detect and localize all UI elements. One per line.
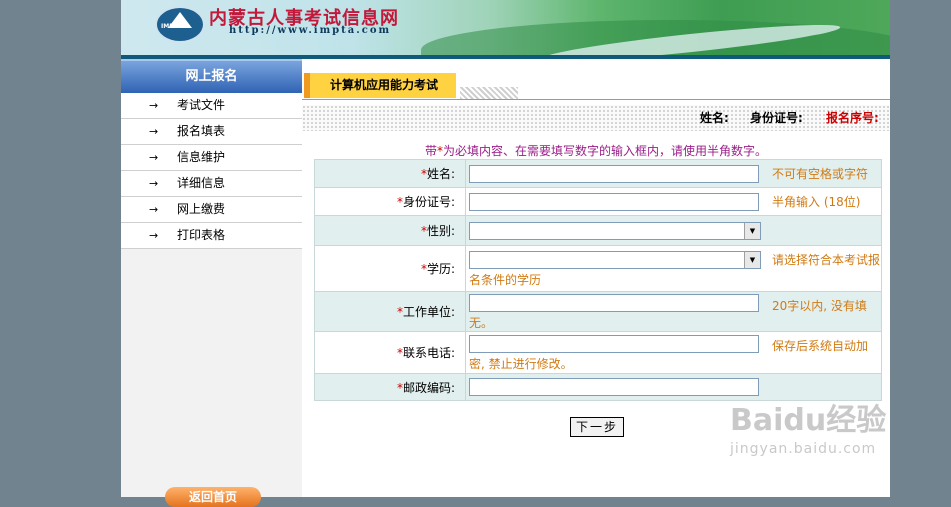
applicant-name-label: 姓名: bbox=[700, 111, 729, 125]
sidebar-item-fill-form[interactable]: → 报名填表 bbox=[121, 119, 302, 145]
tab-divider bbox=[302, 99, 890, 100]
education-hint-line2: 名条件的学历 bbox=[469, 273, 542, 287]
education-select[interactable]: ▼ bbox=[469, 251, 761, 269]
notice-text: 为必填内容、在需要填写数字的输入框内，请使用半角数字。 bbox=[443, 144, 768, 158]
form-row-education: *学历: ▼ 名条件的学历 请选择符合本考试报 bbox=[314, 245, 882, 292]
education-label: 学历: bbox=[426, 262, 455, 276]
form-row-phone: *联系电话: 密, 禁止进行修改。 保存后系统自动加 bbox=[314, 331, 882, 374]
sidebar: 网上报名 → 考试文件 → 报名填表 → 信息维护 → 详细信息 → 网上缴费 … bbox=[121, 59, 302, 507]
applicant-id-label: 身份证号: bbox=[750, 111, 803, 125]
employer-label: 工作单位: bbox=[402, 305, 455, 319]
sidebar-item-label: 信息维护 bbox=[177, 150, 226, 164]
next-step-button[interactable]: 下一步 bbox=[570, 417, 624, 437]
dropdown-arrow-icon[interactable]: ▼ bbox=[744, 222, 760, 239]
field-cell: 无。 20字以内, 没有填 bbox=[465, 291, 882, 332]
arrow-right-icon: → bbox=[149, 151, 159, 164]
phone-hint-line1: 保存后系统自动加 bbox=[772, 339, 869, 353]
arrow-right-icon: → bbox=[149, 203, 159, 216]
site-url: http://www.impta.com bbox=[229, 25, 392, 36]
field-cell: 半角输入 (18位) bbox=[465, 187, 882, 216]
watermark-main-text: Baidu经验 bbox=[730, 403, 887, 438]
employer-hint-line2: 无。 bbox=[469, 316, 494, 330]
sidebar-item-details[interactable]: → 详细信息 bbox=[121, 171, 302, 197]
field-cell: 不可有空格或字符 bbox=[465, 159, 882, 188]
field-label: *身份证号: bbox=[314, 187, 466, 216]
phone-input[interactable] bbox=[469, 335, 759, 353]
sidebar-item-online-payment[interactable]: → 网上缴费 bbox=[121, 197, 302, 223]
registration-form: *姓名: 不可有空格或字符 *身份证号: 半角输入 (18位) *性别: ▼ *… bbox=[314, 159, 882, 401]
sidebar-item-label: 报名填表 bbox=[177, 124, 226, 138]
field-label: *联系电话: bbox=[314, 331, 466, 374]
logo-text: IMPTA bbox=[161, 23, 182, 30]
field-label: *学历: bbox=[314, 245, 466, 292]
field-label: *工作单位: bbox=[314, 291, 466, 332]
field-label: *姓名: bbox=[314, 159, 466, 188]
sidebar-item-label: 打印表格 bbox=[177, 228, 226, 242]
field-label: *邮政编码: bbox=[314, 373, 466, 401]
postcode-input[interactable] bbox=[469, 378, 759, 396]
home-button[interactable]: 返回首页 bbox=[165, 487, 261, 507]
sidebar-item-label: 考试文件 bbox=[177, 98, 226, 112]
form-row-id-number: *身份证号: 半角输入 (18位) bbox=[314, 187, 882, 216]
form-row-employer: *工作单位: 无。 20字以内, 没有填 bbox=[314, 291, 882, 332]
arrow-right-icon: → bbox=[149, 229, 159, 242]
watermark-sub-text: jingyan.baidu.com bbox=[730, 441, 877, 457]
arrow-right-icon: → bbox=[149, 125, 159, 138]
sidebar-item-info-maintenance[interactable]: → 信息维护 bbox=[121, 145, 302, 171]
id-number-label: 身份证号: bbox=[402, 195, 455, 209]
field-cell: ▼ bbox=[465, 215, 882, 246]
sidebar-item-label: 详细信息 bbox=[177, 176, 226, 190]
id-number-input[interactable] bbox=[469, 192, 759, 211]
sidebar-item-label: 网上缴费 bbox=[177, 202, 226, 216]
employer-hint-line1: 20字以内, 没有填 bbox=[772, 299, 867, 313]
education-hint-line1: 请选择符合本考试报 bbox=[772, 253, 881, 267]
field-label: *性别: bbox=[314, 215, 466, 246]
dropdown-arrow-icon[interactable]: ▼ bbox=[744, 252, 760, 268]
tab-decoration bbox=[460, 87, 518, 99]
phone-hint-line2: 密, 禁止进行修改。 bbox=[469, 357, 573, 371]
name-hint: 不可有空格或字符 bbox=[772, 167, 869, 181]
name-label: 姓名: bbox=[426, 167, 455, 181]
name-input[interactable] bbox=[469, 164, 759, 183]
sidebar-header: 网上报名 bbox=[121, 59, 302, 93]
gender-select[interactable]: ▼ bbox=[469, 221, 761, 240]
field-cell: ▼ 名条件的学历 请选择符合本考试报 bbox=[465, 245, 882, 292]
tab-exam-title: 计算机应用能力考试 bbox=[304, 73, 456, 98]
registration-number-label: 报名序号: bbox=[826, 111, 879, 125]
arrow-right-icon: → bbox=[149, 99, 159, 112]
sidebar-item-print-form[interactable]: → 打印表格 bbox=[121, 223, 302, 249]
form-row-name: *姓名: 不可有空格或字符 bbox=[314, 159, 882, 188]
field-cell: 密, 禁止进行修改。 保存后系统自动加 bbox=[465, 331, 882, 374]
phone-label: 联系电话: bbox=[402, 346, 455, 360]
employer-input[interactable] bbox=[469, 294, 759, 312]
id-number-hint: 半角输入 (18位) bbox=[772, 195, 861, 209]
postcode-label: 邮政编码: bbox=[402, 380, 455, 395]
notice-prefix: 带 bbox=[424, 144, 437, 158]
sidebar-item-exam-documents[interactable]: → 考试文件 bbox=[121, 93, 302, 119]
site-banner: IMPTA 内蒙古人事考试信息网 http://www.impta.com bbox=[121, 0, 890, 59]
arrow-right-icon: → bbox=[149, 177, 159, 190]
gender-label: 性别: bbox=[426, 224, 455, 238]
baidu-watermark: Baidu经验 jingyan.baidu.com bbox=[730, 395, 886, 457]
form-notice: 带*为必填内容、在需要填写数字的输入框内，请使用半角数字。 bbox=[302, 142, 890, 159]
form-row-gender: *性别: ▼ bbox=[314, 215, 882, 246]
